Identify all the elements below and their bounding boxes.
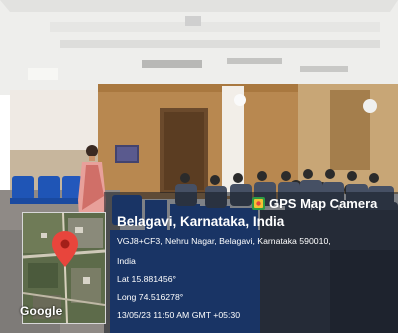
longitude: Long 74.516278°: [117, 292, 184, 302]
timestamp: 13/05/23 11:50 AM GMT +05:30: [117, 310, 241, 320]
address-line: VGJ8+CF3, Nehru Nagar, Belagavi, Karnata…: [117, 236, 331, 246]
photo-stage: Google GPS Map Camera Belagavi, Karnatak…: [0, 0, 398, 333]
gps-header: GPS Map Camera: [252, 194, 377, 212]
address-country: India: [117, 256, 136, 266]
place-name: Belagavi, Karnataka, India: [117, 214, 285, 229]
app-name: GPS Map Camera: [269, 195, 378, 211]
google-logo: Google: [20, 304, 63, 318]
latitude: Lat 15.881456°: [117, 274, 177, 284]
gps-map-camera-icon: [252, 196, 265, 210]
